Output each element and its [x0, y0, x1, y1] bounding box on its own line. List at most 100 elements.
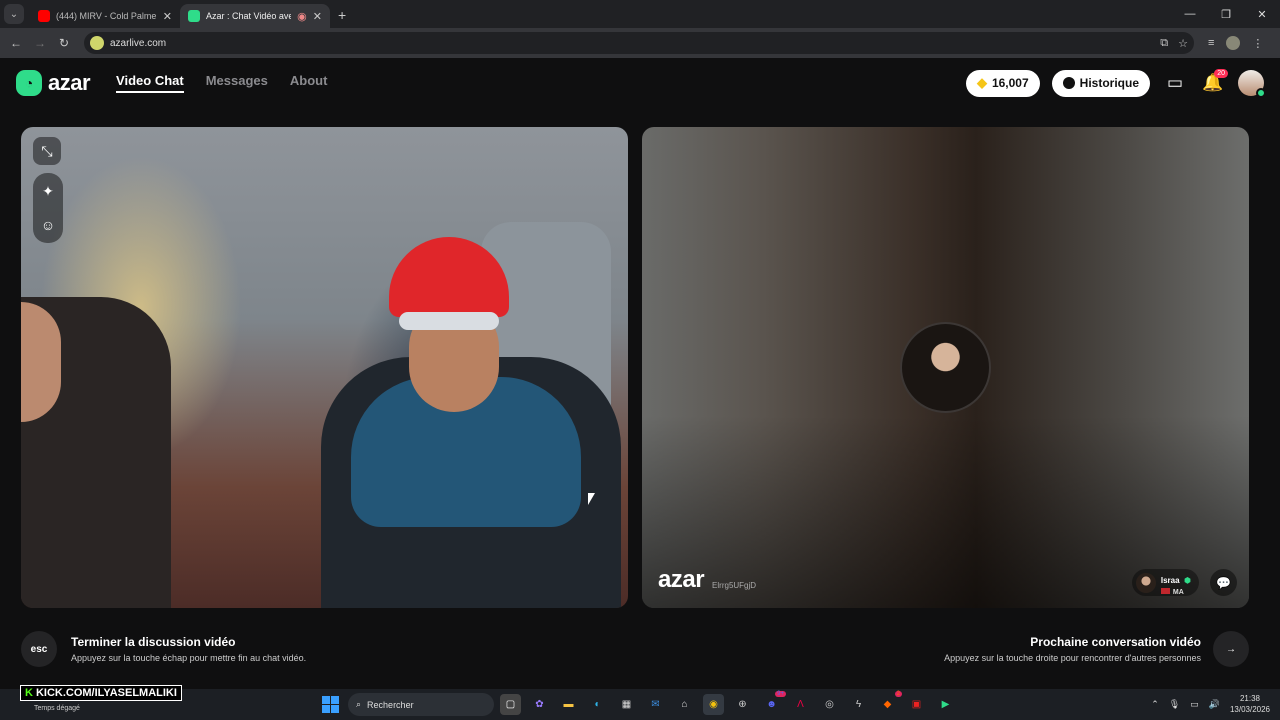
new-tab-button[interactable]: + — [338, 7, 346, 23]
youtube-icon — [38, 10, 50, 22]
notification-badge: 20 — [1214, 69, 1228, 78]
brave-icon[interactable]: ◆ 2 — [877, 691, 902, 715]
end-chat-hint: esc Terminer la discussion vidéo Appuyez… — [21, 631, 306, 667]
network-icon[interactable]: ▭ — [1190, 699, 1199, 710]
clock-date: 13/03/2026 — [1229, 705, 1270, 714]
task-view-icon[interactable]: ▢ — [500, 694, 521, 715]
close-window-button[interactable]: ✕ — [1244, 0, 1280, 28]
my-profile-avatar[interactable] — [1238, 70, 1266, 98]
tab-youtube[interactable]: (444) MIRV - Cold Palmer (offic ✕ — [30, 4, 180, 28]
verified-icon: ⬢ — [1184, 575, 1191, 585]
magic-wand-icon[interactable]: ✦ — [34, 177, 62, 205]
next-arrow-button[interactable]: → — [1213, 631, 1249, 667]
edge-icon[interactable]: ◐ — [587, 694, 608, 715]
peer-info[interactable]: Israa ⬢ MA — [1131, 569, 1199, 596]
discord-icon[interactable]: ☻ 9+ — [761, 691, 786, 715]
gems-button[interactable]: ◆ 16,007 — [965, 69, 1040, 97]
peer-avatar — [1135, 572, 1156, 593]
search-icon: ⌕ — [356, 699, 362, 709]
kick-overlay: K KICK.COM/ILYASELMALIKI — [20, 685, 182, 701]
media-controls-icon[interactable]: ≡ — [1208, 37, 1214, 49]
window-controls: — ❐ ✕ — [1172, 0, 1280, 28]
logo-text: azar — [48, 70, 91, 95]
recording-icon: ◉ — [297, 10, 307, 23]
gems-count: 16,007 — [991, 76, 1029, 90]
next-chat-title: Prochaine conversation vidéo — [1030, 635, 1201, 649]
snip-icon[interactable]: ⌂ — [674, 694, 695, 715]
volume-icon[interactable]: 🔊 — [1209, 699, 1220, 710]
tab-title: Azar : Chat Vidéo avec de n — [206, 11, 292, 21]
gem-icon: ◆ — [976, 75, 987, 90]
weather-text: Temps dégagé — [34, 705, 80, 712]
local-video: ⤡ ✦ ☺ — [21, 127, 628, 608]
profile-avatar[interactable] — [1226, 36, 1241, 50]
chrome-icon[interactable]: ◉ — [703, 694, 724, 715]
taskbar-apps: ▢ ✿ ▬ ◐ ▦ ✉ ⌂ ◉ ⊕ ☻ 9+ Λ ◎ ϟ ◆ 2 ▣ ▶ — [500, 691, 956, 715]
online-status-dot — [1256, 88, 1266, 98]
sunglasses — [399, 312, 499, 330]
outlook-icon[interactable]: ✉ — [645, 694, 666, 715]
tab-azar[interactable]: Azar : Chat Vidéo avec de n ◉ ✕ — [180, 4, 330, 28]
back-button[interactable]: ← — [4, 36, 28, 50]
restore-button[interactable]: ❐ — [1208, 0, 1244, 28]
notifications-bell-icon[interactable]: 🔔 20 — [1200, 69, 1228, 96]
flag-icon — [1160, 587, 1170, 594]
end-chat-title: Terminer la discussion vidéo — [71, 635, 236, 649]
azar-favicon — [188, 10, 200, 22]
copilot-icon[interactable]: ✿ — [529, 694, 550, 715]
windows-start-icon[interactable] — [322, 696, 339, 713]
nav-about[interactable]: About — [290, 73, 328, 93]
end-chat-subtitle: Appuyez sur la touche échap pour mettre … — [71, 653, 307, 663]
tab-search-icon[interactable]: ⌄ — [4, 4, 24, 24]
store-icon[interactable]: ▦ — [616, 694, 637, 715]
nav-messages[interactable]: Messages — [206, 73, 268, 93]
obs-icon[interactable]: ◎ — [819, 694, 840, 715]
system-tray: ⌃ 🎙 ▭ 🔊 21:38 13/03/2026 — [1151, 693, 1270, 715]
clock-icon — [1062, 77, 1075, 89]
azar-logo-icon: ◔ — [16, 70, 42, 96]
azar-header: ◔ azar Video Chat Messages About ◆ 16,00… — [0, 58, 1280, 108]
install-app-icon[interactable]: ⧉ — [1160, 37, 1168, 50]
mouse-cursor — [588, 493, 595, 505]
face-filter-icon[interactable]: ☺ — [34, 211, 62, 239]
address-bar[interactable]: azarlive.com ⧉ ☆ — [84, 32, 1194, 54]
minimize-button[interactable]: — — [1172, 0, 1208, 28]
kick-channel: KICK.COM/ILYASELMALIKI — [35, 687, 177, 699]
taskbar-search[interactable]: ⌕ Rechercher — [348, 693, 494, 716]
shop-icon[interactable]: ▭ — [1162, 70, 1188, 96]
browser-tabbar: ⌄ (444) MIRV - Cold Palmer (offic ✕ Azar… — [0, 0, 1280, 28]
peer-name: Israa — [1160, 575, 1180, 585]
effects-group: ✦ ☺ — [33, 173, 63, 243]
microphone-icon[interactable]: 🎙 — [1169, 699, 1180, 710]
kick-logo-icon: K — [25, 687, 33, 699]
bookmark-star-icon[interactable]: ☆ — [1178, 37, 1188, 50]
tray-chevron-icon[interactable]: ⌃ — [1151, 699, 1159, 710]
nav-video-chat[interactable]: Video Chat — [116, 73, 184, 93]
clock-time: 21:38 — [1239, 694, 1260, 703]
play-icon[interactable]: ▶ — [935, 694, 956, 715]
video-tools: ⤡ ✦ ☺ — [33, 137, 63, 243]
collapse-video-icon[interactable]: ⤡ — [33, 137, 61, 165]
search-placeholder: Rechercher — [367, 699, 414, 710]
file-explorer-icon[interactable]: ▬ — [558, 694, 579, 715]
esc-button[interactable]: esc — [21, 631, 57, 667]
forward-button[interactable]: → — [28, 36, 52, 50]
browser-menu-icon[interactable]: ⋮ — [1252, 37, 1263, 50]
azar-logo[interactable]: ◔ azar — [16, 70, 91, 96]
taskbar-clock[interactable]: 21:38 13/03/2026 — [1230, 693, 1270, 715]
adobe-icon[interactable]: Λ — [790, 694, 811, 715]
media-app-icon[interactable]: ▣ — [906, 694, 927, 715]
session-id: Elrrg5UFgjD — [712, 581, 757, 590]
history-button[interactable]: Historique — [1051, 69, 1150, 97]
gamepad-icon[interactable]: ⊕ — [732, 694, 753, 715]
url-text: azarlive.com — [110, 37, 167, 49]
tab-title: (444) MIRV - Cold Palmer (offic — [56, 11, 157, 21]
app-icon[interactable]: ϟ — [848, 694, 869, 715]
reload-button[interactable]: ↻ — [52, 36, 76, 50]
watermark-logo: azar — [658, 566, 705, 593]
chat-bubble-icon[interactable]: 💬 — [1210, 569, 1237, 596]
site-info-icon[interactable] — [90, 36, 104, 50]
close-tab-icon[interactable]: ✕ — [163, 10, 172, 23]
close-tab-icon[interactable]: ✕ — [313, 10, 322, 23]
remote-video: azar Elrrg5UFgjD Israa ⬢ MA 💬 — [642, 127, 1249, 608]
